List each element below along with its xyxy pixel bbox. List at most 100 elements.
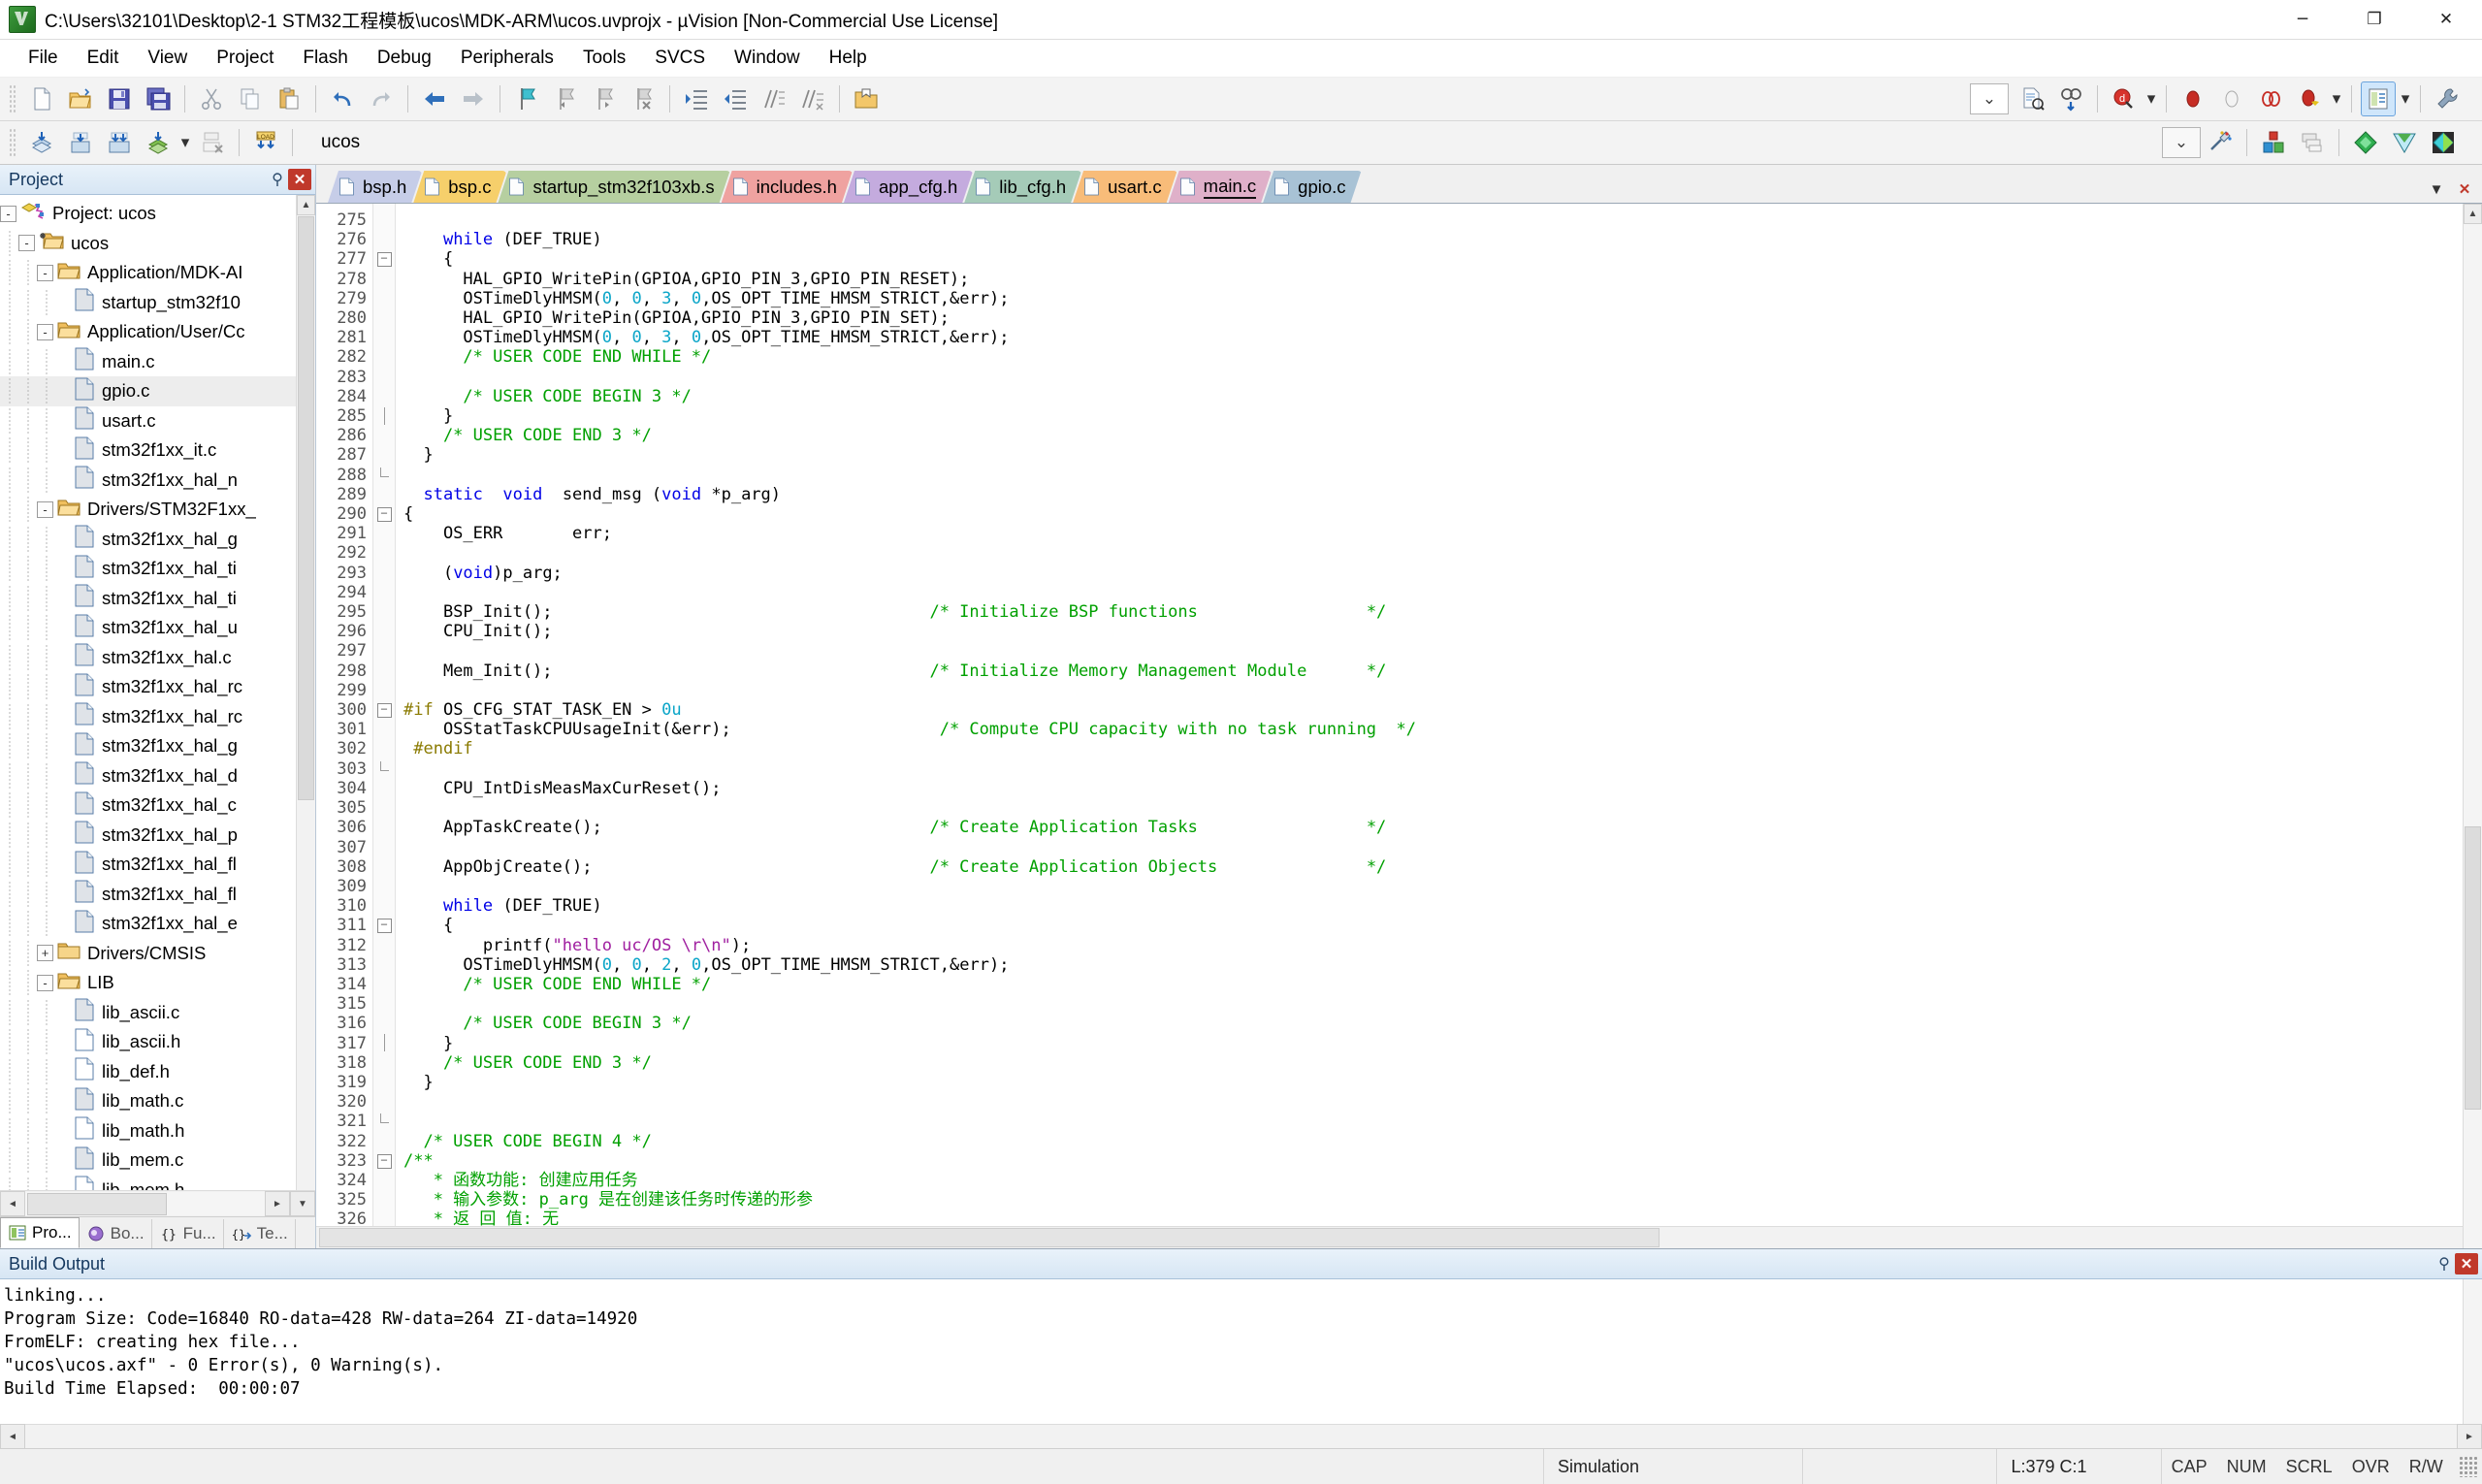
tree-collapse-icon[interactable]: -	[37, 500, 53, 518]
tree-collapse-icon[interactable]: -	[37, 323, 53, 340]
multi-project-icon[interactable]	[2348, 125, 2383, 160]
tree-item[interactable]: usart.c	[0, 405, 296, 436]
build-target-icon[interactable]	[63, 125, 98, 160]
code-text[interactable]: while (DEF_TRUE) { HAL_GPIO_WritePin(GPI…	[396, 204, 2463, 1226]
pin-icon[interactable]: ⚲	[267, 169, 288, 190]
editor-tab-lib-cfg-h[interactable]: lib_cfg.h	[964, 171, 1081, 203]
outdent-icon[interactable]	[718, 81, 753, 116]
tree-item[interactable]: lib_ascii.h	[0, 1027, 296, 1057]
tree-collapse-icon[interactable]: -	[37, 264, 53, 281]
close-active-tab-button[interactable]: ✕	[2455, 180, 2474, 198]
tree-item[interactable]: stm32f1xx_hal_n	[0, 465, 296, 496]
menu-peripherals[interactable]: Peripherals	[446, 44, 568, 73]
close-icon[interactable]: ✕	[288, 169, 311, 190]
menu-flash[interactable]: Flash	[288, 44, 362, 73]
cut-icon[interactable]	[194, 81, 229, 116]
tree-item[interactable]: lib_math.c	[0, 1086, 296, 1116]
remove-item-icon[interactable]	[2387, 125, 2422, 160]
save-icon[interactable]	[102, 81, 137, 116]
open-document-icon[interactable]	[849, 81, 884, 116]
scroll-thumb[interactable]	[2465, 826, 2481, 1110]
redo-icon[interactable]	[364, 81, 399, 116]
code-editor-body[interactable]: 275 276 277 278 279 280 281 282 283 284 285 286 287 2…	[316, 204, 2463, 1226]
scroll-left-button[interactable]: ◄	[0, 1424, 25, 1449]
customize-tools-icon[interactable]	[2430, 81, 2465, 116]
copy-icon[interactable]	[233, 81, 268, 116]
minimize-button[interactable]: ─	[2267, 0, 2338, 39]
target-dropdown[interactable]: ⌄	[2162, 127, 2201, 158]
tree-item[interactable]: stm32f1xx_hal_ti	[0, 554, 296, 584]
tree-collapse-icon[interactable]: -	[37, 974, 53, 991]
project-tree[interactable]: - Project: ucos - ucos - Application/MDK-AI st…	[0, 195, 296, 1190]
hscroll-track[interactable]	[25, 1192, 265, 1215]
scroll-right-button[interactable]: ►	[2457, 1424, 2482, 1449]
scroll-right-button[interactable]: ►	[265, 1191, 290, 1216]
scroll-up-button[interactable]: ▲	[2464, 204, 2482, 224]
project-tree-vscrollbar[interactable]: ▲	[296, 195, 315, 1190]
batch-build-icon[interactable]	[141, 125, 176, 160]
tree-item[interactable]: stm32f1xx_hal_fl	[0, 879, 296, 910]
open-file-icon[interactable]	[63, 81, 98, 116]
configuration-dropdown-caret[interactable]: ▾	[2398, 82, 2413, 115]
build-output-text[interactable]: linking... Program Size: Code=16840 RO-da…	[0, 1279, 2463, 1424]
tree-item[interactable]: startup_stm32f10	[0, 287, 296, 318]
menu-window[interactable]: Window	[720, 44, 815, 73]
code-vscrollbar[interactable]: ▲	[2463, 204, 2482, 1248]
tree-item[interactable]: + Drivers/CMSIS	[0, 938, 296, 969]
target-selector[interactable]: ucos	[313, 128, 515, 157]
fold-marker[interactable]: −	[373, 916, 395, 935]
tree-item[interactable]: gpio.c	[0, 376, 296, 406]
window-resize-grip[interactable]	[2458, 1456, 2478, 1477]
menu-debug[interactable]: Debug	[363, 44, 446, 73]
rebuild-all-icon[interactable]	[102, 125, 137, 160]
pack-installer-icon[interactable]	[2426, 125, 2461, 160]
tree-item[interactable]: - Application/MDK-AI	[0, 258, 296, 288]
editor-tab-bsp-h[interactable]: bsp.h	[328, 171, 422, 203]
navigate-back-icon[interactable]	[417, 81, 452, 116]
tab-books[interactable]: Bo...	[80, 1219, 152, 1248]
tree-item[interactable]: lib_def.h	[0, 1056, 296, 1087]
breakpoint-disable-icon[interactable]	[2214, 81, 2249, 116]
tree-item[interactable]: stm32f1xx_hal_rc	[0, 701, 296, 732]
close-icon[interactable]: ✕	[2455, 1253, 2478, 1274]
debug-dropdown-caret[interactable]: ▾	[2144, 82, 2159, 115]
menu-tools[interactable]: Tools	[568, 44, 640, 73]
new-file-icon[interactable]	[24, 81, 59, 116]
fold-marker[interactable]: −	[373, 700, 395, 720]
breakpoint-dropdown-caret[interactable]: ▾	[2329, 82, 2344, 115]
tree-item[interactable]: stm32f1xx_hal_u	[0, 613, 296, 643]
tree-item[interactable]: stm32f1xx_hal_fl	[0, 850, 296, 880]
tree-item[interactable]: - Drivers/STM32F1xx_	[0, 495, 296, 525]
scroll-up-button[interactable]: ▲	[297, 195, 315, 215]
editor-tab-bsp-c[interactable]: bsp.c	[413, 171, 506, 203]
tree-item[interactable]: - Project: ucos	[0, 199, 296, 229]
menu-view[interactable]: View	[133, 44, 202, 73]
maximize-button[interactable]: ❐	[2338, 0, 2410, 39]
tree-item[interactable]: stm32f1xx_it.c	[0, 436, 296, 466]
navigate-forward-icon[interactable]	[456, 81, 491, 116]
tree-collapse-icon[interactable]: -	[18, 235, 35, 252]
debug-start-icon[interactable]: d	[2107, 81, 2142, 116]
save-all-icon[interactable]	[141, 81, 176, 116]
fold-marker[interactable]: −	[373, 1151, 395, 1171]
tree-item[interactable]: stm32f1xx_hal_rc	[0, 672, 296, 702]
bookmark-clear-icon[interactable]	[626, 81, 661, 116]
tree-item[interactable]: stm32f1xx_hal.c	[0, 642, 296, 673]
tree-item[interactable]: lib_ascii.c	[0, 997, 296, 1028]
tree-item[interactable]: - ucos	[0, 228, 296, 259]
hscroll-thumb[interactable]	[27, 1193, 167, 1215]
build-output-hscrollbar[interactable]: ◄ ►	[0, 1424, 2482, 1449]
menu-project[interactable]: Project	[202, 44, 288, 73]
tree-item[interactable]: stm32f1xx_hal_g	[0, 524, 296, 555]
code-folding-margin[interactable]: − − − − −	[372, 204, 396, 1226]
code-editor[interactable]: 275 276 277 278 279 280 281 282 283 284 285 286 287 2…	[316, 203, 2482, 1248]
fold-marker[interactable]: −	[373, 504, 395, 524]
manage-project-items-icon[interactable]	[2295, 125, 2330, 160]
manage-runtime-icon[interactable]	[2256, 125, 2291, 160]
stop-build-icon[interactable]	[195, 125, 230, 160]
find-combo[interactable]: ⌄	[1970, 83, 2009, 114]
tree-item[interactable]: lib_mem.h	[0, 1175, 296, 1190]
undo-icon[interactable]	[325, 81, 360, 116]
bookmark-toggle-icon[interactable]	[509, 81, 544, 116]
tree-item[interactable]: lib_math.h	[0, 1115, 296, 1146]
